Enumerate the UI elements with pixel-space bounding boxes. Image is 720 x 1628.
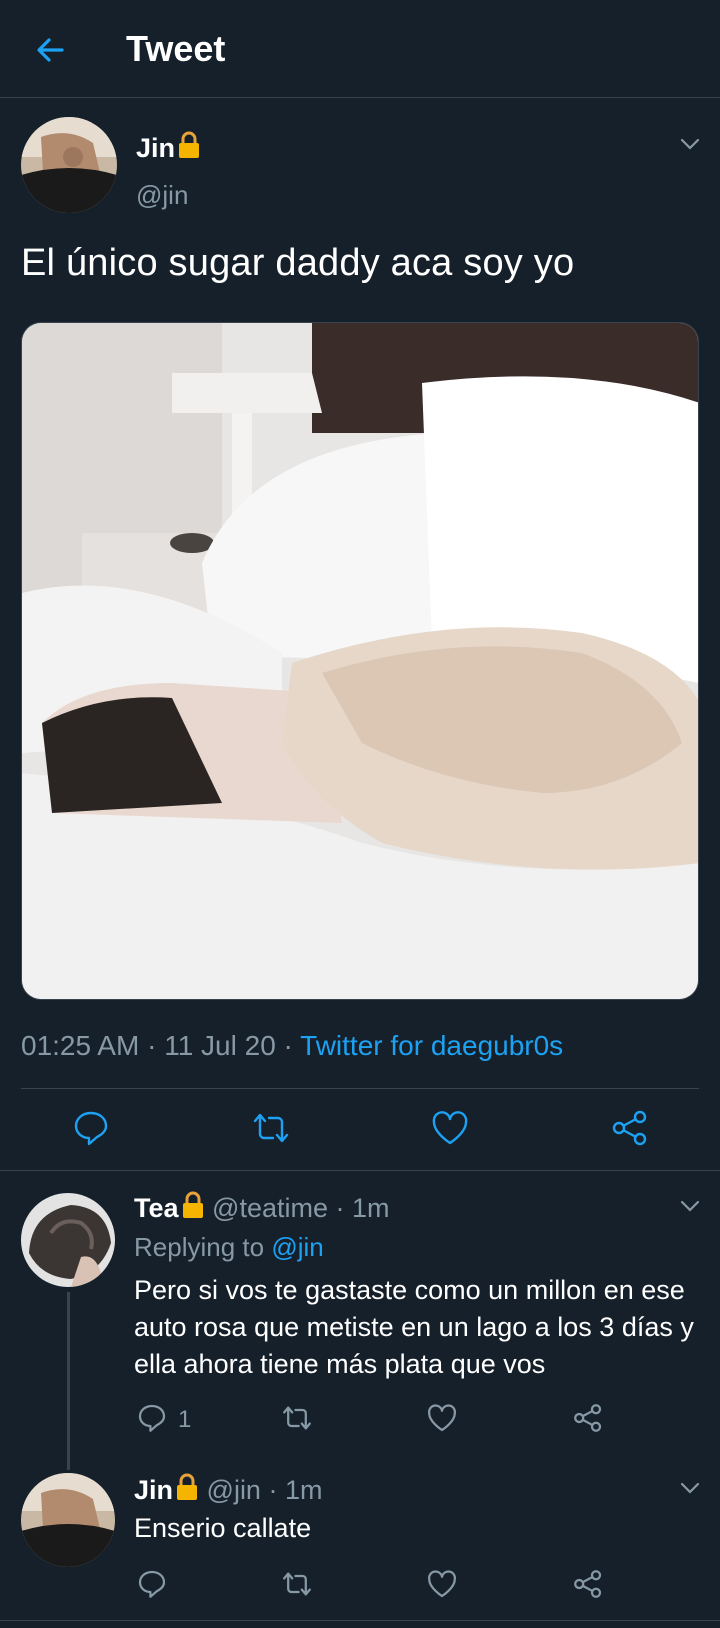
reply-author-handle[interactable]: @jin [207, 1475, 261, 1505]
page-title: Tweet [126, 28, 226, 69]
reply-text: Pero si vos te gastaste como un millon e… [134, 1275, 694, 1379]
share-icon[interactable] [610, 1108, 650, 1148]
like-icon[interactable] [430, 1108, 470, 1148]
chevron-down-icon[interactable] [678, 132, 702, 156]
retweet-icon[interactable] [251, 1108, 291, 1148]
share-icon[interactable] [572, 1568, 604, 1600]
lock-icon [175, 1472, 199, 1509]
author-handle[interactable]: @jin [136, 180, 188, 211]
chevron-down-icon[interactable] [678, 1194, 702, 1218]
tweet-meta: 01:25 AM · 11 Jul 20 · Twitter for daegu… [21, 1030, 564, 1061]
avatar[interactable] [21, 1473, 115, 1567]
reply-icon[interactable] [71, 1108, 111, 1148]
like-icon[interactable] [426, 1568, 458, 1600]
share-icon[interactable] [572, 1402, 604, 1434]
tweet-text: El único sugar daddy aca soy yo [21, 242, 575, 284]
divider [0, 1620, 720, 1621]
thread-line [67, 1292, 70, 1470]
author-name[interactable]: Jin [136, 130, 201, 167]
avatar[interactable] [21, 1193, 115, 1287]
reply-icon[interactable] [136, 1568, 168, 1600]
lock-icon [177, 130, 201, 167]
reply-author-name[interactable]: Tea [134, 1193, 179, 1223]
lock-icon [181, 1190, 205, 1227]
retweet-icon[interactable] [281, 1402, 313, 1434]
reply-header: Tea @teatime · 1m [134, 1190, 390, 1227]
replying-to: Replying to @jin [134, 1232, 324, 1262]
like-icon[interactable] [426, 1402, 458, 1434]
top-bar: Tweet [0, 0, 720, 98]
reply-icon[interactable] [136, 1402, 168, 1434]
divider [21, 1088, 699, 1089]
divider [0, 1170, 720, 1171]
reply-time: 1m [284, 1475, 323, 1505]
reply-author-name[interactable]: Jin [134, 1475, 173, 1505]
reply-text: Enserio callate [134, 1513, 312, 1543]
reply-time: 1m [352, 1193, 390, 1223]
reply-count: 1 [178, 1406, 192, 1433]
reply-author-handle[interactable]: @teatime [212, 1193, 328, 1223]
retweet-icon[interactable] [281, 1568, 313, 1600]
reply-header: Jin @jin · 1m [134, 1472, 322, 1509]
source-link[interactable]: Twitter for daegubr0s [300, 1030, 563, 1061]
mention-link[interactable]: @jin [271, 1232, 323, 1262]
avatar[interactable] [21, 117, 117, 213]
tweet-photo[interactable] [21, 322, 699, 1000]
back-arrow-icon[interactable] [30, 30, 70, 70]
chevron-down-icon[interactable] [678, 1476, 702, 1500]
